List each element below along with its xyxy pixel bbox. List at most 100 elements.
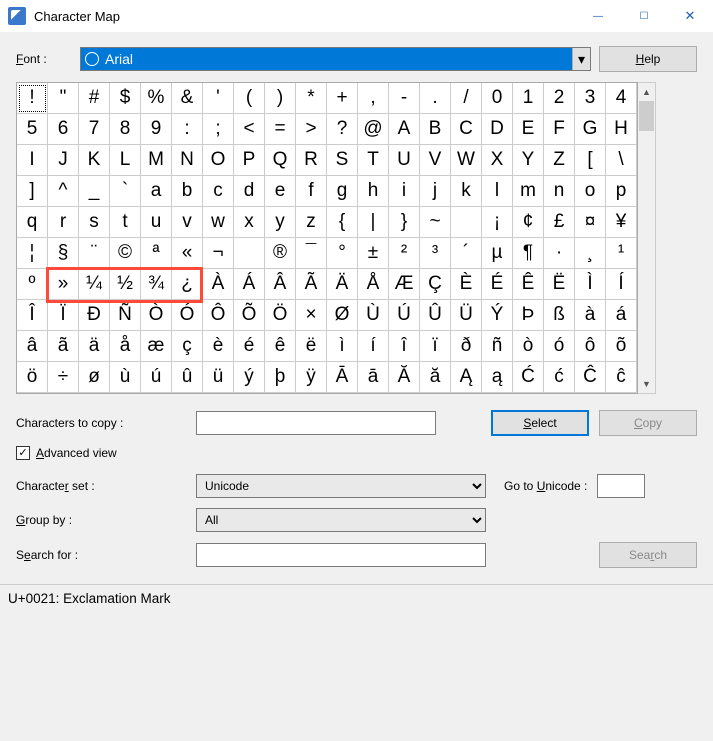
char-cell[interactable]: % (141, 83, 172, 114)
char-cell[interactable]: ¸ (575, 238, 606, 269)
character-grid[interactable]: !"#$%&'()*+,-./0123456789:;<=>?@ABCDEFGH… (16, 82, 638, 394)
char-cell[interactable]: Ð (79, 300, 110, 331)
char-cell[interactable]: y (265, 207, 296, 238)
char-cell[interactable]: Q (265, 145, 296, 176)
char-cell[interactable]: R (296, 145, 327, 176)
char-cell[interactable]: Ñ (110, 300, 141, 331)
char-cell[interactable]: 9 (141, 114, 172, 145)
char-cell[interactable]: x (234, 207, 265, 238)
char-cell[interactable]: 2 (544, 83, 575, 114)
char-cell[interactable]: g (327, 176, 358, 207)
char-cell[interactable]: Ò (141, 300, 172, 331)
char-cell[interactable]: < (234, 114, 265, 145)
char-cell[interactable]: ó (544, 331, 575, 362)
char-cell[interactable]: « (172, 238, 203, 269)
char-cell[interactable]: _ (79, 176, 110, 207)
char-cell[interactable]: 8 (110, 114, 141, 145)
char-cell[interactable]: î (389, 331, 420, 362)
char-cell[interactable]: · (544, 238, 575, 269)
char-cell[interactable]: ¢ (513, 207, 544, 238)
char-cell[interactable]: Õ (234, 300, 265, 331)
char-cell[interactable]: m (513, 176, 544, 207)
char-cell[interactable]: Ă (389, 362, 420, 393)
char-cell[interactable]: Â (265, 269, 296, 300)
char-cell[interactable]: Ô (203, 300, 234, 331)
char-cell[interactable]: ¨ (79, 238, 110, 269)
char-cell[interactable]: å (110, 331, 141, 362)
char-cell[interactable]: > (296, 114, 327, 145)
minimize-button[interactable]: — (575, 0, 621, 32)
char-cell[interactable]: ¤ (575, 207, 606, 238)
maximize-button[interactable]: ☐ (621, 0, 667, 32)
char-cell[interactable]: ¿ (172, 269, 203, 300)
char-cell[interactable]: \ (606, 145, 637, 176)
char-cell[interactable]: $ (110, 83, 141, 114)
char-cell[interactable]: Ê (513, 269, 544, 300)
char-cell[interactable]: é (234, 331, 265, 362)
char-cell[interactable]: & (172, 83, 203, 114)
char-cell[interactable]: K (79, 145, 110, 176)
char-cell[interactable]: È (451, 269, 482, 300)
search-button[interactable]: Search (599, 542, 697, 568)
char-cell[interactable]: Ö (265, 300, 296, 331)
char-cell[interactable]: i (389, 176, 420, 207)
char-cell[interactable]: º (17, 269, 48, 300)
char-cell[interactable]: E (513, 114, 544, 145)
char-cell[interactable]: ? (327, 114, 358, 145)
char-cell[interactable]: O (203, 145, 234, 176)
char-cell[interactable]: ¯ (296, 238, 327, 269)
char-cell[interactable]: Ú (389, 300, 420, 331)
char-cell[interactable]: ù (110, 362, 141, 393)
char-cell[interactable]: ® (265, 238, 296, 269)
char-cell[interactable]: V (420, 145, 451, 176)
char-cell[interactable]: Ï (48, 300, 79, 331)
char-cell[interactable]: ] (17, 176, 48, 207)
char-cell[interactable]: [ (575, 145, 606, 176)
char-cell[interactable]: o (575, 176, 606, 207)
char-cell[interactable]: æ (141, 331, 172, 362)
char-cell[interactable]: ! (17, 83, 48, 114)
char-cell[interactable]: Û (420, 300, 451, 331)
char-cell[interactable]: f (296, 176, 327, 207)
char-cell[interactable]: ÿ (296, 362, 327, 393)
char-cell[interactable]: u (141, 207, 172, 238)
char-cell[interactable]: Ã (296, 269, 327, 300)
char-cell[interactable]: . (420, 83, 451, 114)
char-cell[interactable]: ô (575, 331, 606, 362)
char-cell[interactable]: Î (17, 300, 48, 331)
close-button[interactable]: ✕ (667, 0, 713, 32)
char-cell[interactable] (451, 207, 482, 238)
char-cell[interactable]: ¾ (141, 269, 172, 300)
char-cell[interactable]: Ā (327, 362, 358, 393)
char-cell[interactable]: ' (203, 83, 234, 114)
char-cell[interactable]: n (544, 176, 575, 207)
char-cell[interactable]: ) (265, 83, 296, 114)
scrollbar[interactable]: ▲ ▼ (638, 82, 656, 394)
char-cell[interactable]: j (420, 176, 451, 207)
char-cell[interactable]: Á (234, 269, 265, 300)
char-cell[interactable]: Í (606, 269, 637, 300)
char-cell[interactable]: h (358, 176, 389, 207)
charset-select[interactable]: Unicode (196, 474, 486, 498)
char-cell[interactable]: ² (389, 238, 420, 269)
char-cell[interactable]: M (141, 145, 172, 176)
chars-to-copy-input[interactable] (196, 411, 436, 435)
char-cell[interactable]: ê (265, 331, 296, 362)
goto-unicode-input[interactable] (597, 474, 645, 498)
char-cell[interactable]: Ç (420, 269, 451, 300)
char-cell[interactable]: S (327, 145, 358, 176)
char-cell[interactable]: A (389, 114, 420, 145)
scroll-thumb[interactable] (639, 101, 654, 131)
advanced-view-checkbox[interactable]: ✓ Advanced view (16, 446, 697, 460)
char-cell[interactable]: ú (141, 362, 172, 393)
char-cell[interactable]: 0 (482, 83, 513, 114)
char-cell[interactable]: â (17, 331, 48, 362)
char-cell[interactable]: 7 (79, 114, 110, 145)
char-cell[interactable]: / (451, 83, 482, 114)
char-cell[interactable]: ¹ (606, 238, 637, 269)
char-cell[interactable]: ª (141, 238, 172, 269)
char-cell[interactable]: Ä (327, 269, 358, 300)
char-cell[interactable]: ć (544, 362, 575, 393)
char-cell[interactable]: ß (544, 300, 575, 331)
char-cell[interactable]: Ć (513, 362, 544, 393)
